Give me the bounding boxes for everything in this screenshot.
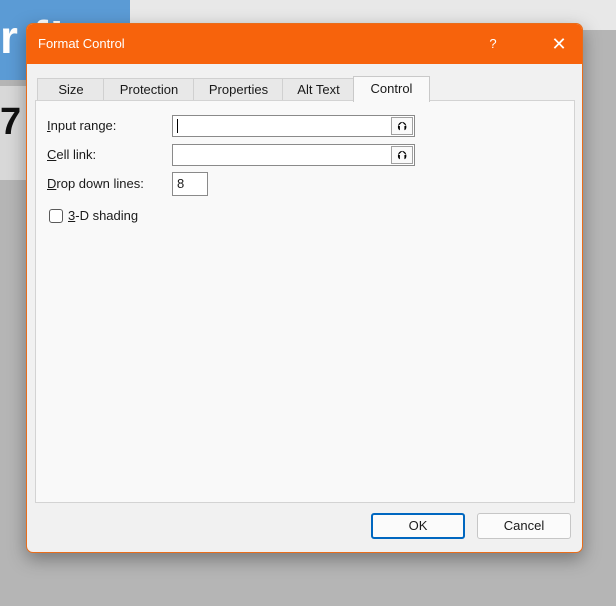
drop-down-lines-label: Drop down lines: <box>47 176 144 191</box>
text-caret <box>177 119 178 133</box>
tab-protection[interactable]: Protection <box>103 78 195 101</box>
cancel-button[interactable]: Cancel <box>477 513 571 539</box>
close-button[interactable]: ✕ <box>536 24 582 64</box>
dialog-title: Format Control <box>38 36 125 51</box>
background-cell-text: 7 <box>0 101 22 143</box>
tab-control[interactable]: Control <box>353 76 430 102</box>
help-button[interactable]: ? <box>475 24 511 64</box>
format-control-dialog: Format Control ? ✕ Size Protection Prope… <box>26 23 583 553</box>
cell-link-field[interactable]: ⮉ <box>172 144 415 166</box>
ok-button[interactable]: OK <box>371 513 465 539</box>
drop-down-lines-input[interactable]: 8 <box>172 172 208 196</box>
input-range-label: Input range: <box>47 118 117 133</box>
control-tab-panel: Input range: ⮉ Cell link: ⮉ Drop down li… <box>35 100 575 503</box>
3d-shading-checkbox[interactable] <box>49 209 63 223</box>
3d-shading-label[interactable]: 3-D shading <box>68 208 138 223</box>
input-range-field[interactable]: ⮉ <box>172 115 415 137</box>
tab-size[interactable]: Size <box>37 78 105 101</box>
dialog-titlebar[interactable]: Format Control ? ✕ <box>27 24 582 64</box>
tab-alt-text[interactable]: Alt Text <box>282 78 355 101</box>
input-range-collapse-button[interactable]: ⮉ <box>391 117 413 135</box>
cell-link-label: Cell link: <box>47 147 97 162</box>
cell-link-collapse-button[interactable]: ⮉ <box>391 146 413 164</box>
collapse-arrow-icon: ⮉ <box>397 148 407 162</box>
tab-properties[interactable]: Properties <box>193 78 284 101</box>
collapse-arrow-icon: ⮉ <box>397 119 407 133</box>
tab-strip: Size Protection Properties Alt Text Cont… <box>35 76 575 102</box>
